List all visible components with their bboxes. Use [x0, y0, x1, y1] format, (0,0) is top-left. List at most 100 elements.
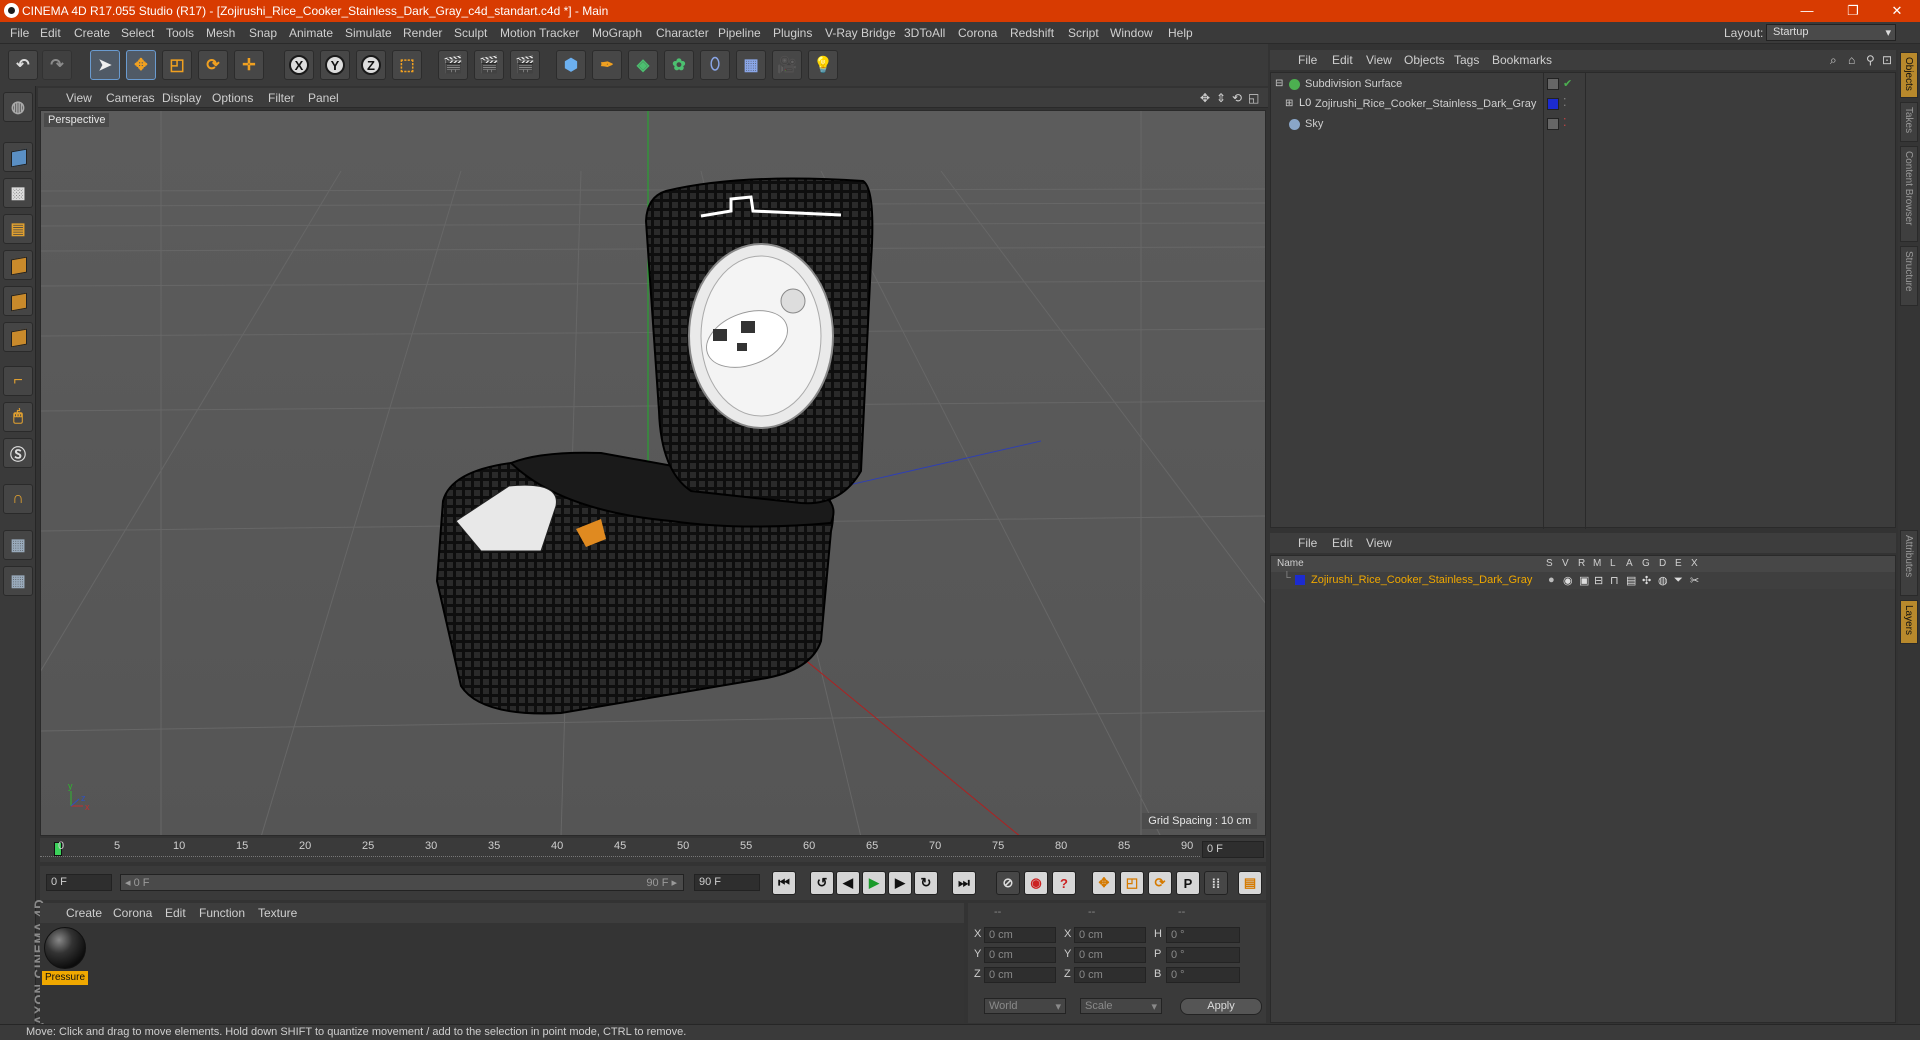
menu-redshift[interactable]: Redshift [1010, 26, 1054, 40]
next-frame-button[interactable]: ▶ [888, 871, 912, 895]
layer-color-swatch[interactable] [1547, 98, 1559, 110]
viewport-menu-cameras[interactable]: Cameras [106, 91, 155, 105]
size-y-field[interactable]: 0 cm [1074, 947, 1146, 963]
menu-pipeline[interactable]: Pipeline [718, 26, 761, 40]
add-camera-button[interactable]: 🎥 [772, 50, 802, 80]
frame-range-slider[interactable]: ◂ 0 F 90 F ▸ [120, 874, 684, 891]
tweak-mode-button[interactable]: 🖱 [3, 402, 33, 432]
play-button[interactable]: ▶ [862, 871, 886, 895]
previous-frame-button[interactable]: ◀ [836, 871, 860, 895]
size-x-field[interactable]: 0 cm [1074, 927, 1146, 943]
home-icon[interactable]: ⌂ [1848, 53, 1855, 67]
model-mode-button[interactable] [3, 142, 33, 172]
timeline-window-button[interactable]: ▤ [1238, 871, 1262, 895]
add-spline-button[interactable]: ✒ [592, 50, 622, 80]
tab-layers[interactable]: Layers [1900, 600, 1918, 644]
add-mograph-button[interactable]: ✿ [664, 50, 694, 80]
render-view-button[interactable]: 🎬 [438, 50, 468, 80]
object-menu-tags[interactable]: Tags [1454, 53, 1479, 67]
render-picture-viewer-button[interactable]: 🎬 [474, 50, 504, 80]
collapse-icon[interactable]: ⊟ [1275, 78, 1283, 89]
rotation-h-field[interactable]: 0 ° [1166, 927, 1240, 943]
position-x-field[interactable]: 0 cm [984, 927, 1056, 943]
viewport-orbit-icon[interactable]: ⟲ [1232, 91, 1242, 105]
rotation-b-field[interactable]: 0 ° [1166, 967, 1240, 983]
layer-row[interactable]: └ Zojirushi_Rice_Cooker_Stainless_Dark_G… [1271, 572, 1895, 589]
viewport-menu-display[interactable]: Display [162, 91, 201, 105]
menu-sculpt[interactable]: Sculpt [454, 26, 487, 40]
apply-button[interactable]: Apply [1180, 998, 1262, 1015]
object-menu-view[interactable]: View [1366, 53, 1392, 67]
viewport-menu-options[interactable]: Options [212, 91, 253, 105]
view-toggle-icon[interactable]: ◉ [1563, 574, 1573, 587]
go-to-end-button[interactable]: ⏭ [952, 871, 976, 895]
viewport-maximize-icon[interactable]: ◱ [1248, 91, 1259, 105]
visibility-dots-icon[interactable]: ⁚ [1563, 116, 1567, 129]
tab-objects[interactable]: Objects [1900, 52, 1918, 98]
menu-3dtoall[interactable]: 3DToAll [904, 26, 945, 40]
key-position-button[interactable]: ✥ [1092, 871, 1116, 895]
material-menu-corona[interactable]: Corona [113, 906, 152, 920]
menu-tools[interactable]: Tools [166, 26, 194, 40]
go-to-start-button[interactable]: ⏮ [772, 871, 796, 895]
minimize-button[interactable]: — [1784, 0, 1830, 22]
enable-axis-button[interactable]: ⌐ [3, 366, 33, 396]
x-axis-button[interactable]: X [284, 50, 314, 80]
layer-column-deformers[interactable]: D [1659, 558, 1666, 569]
layer-column-expressions[interactable]: E [1675, 558, 1682, 569]
end-frame-field[interactable]: 90 F [694, 874, 760, 891]
viewport-menu-panel[interactable]: Panel [308, 91, 339, 105]
close-button[interactable]: ✕ [1874, 0, 1920, 22]
menu-motion-tracker[interactable]: Motion Tracker [500, 26, 579, 40]
object-menu-edit[interactable]: Edit [1332, 53, 1353, 67]
viewport-zoom-icon[interactable]: ⇕ [1216, 91, 1226, 105]
undo-button[interactable]: ↶ [8, 50, 38, 80]
tab-takes[interactable]: Takes [1900, 102, 1918, 142]
viewport-camera-label[interactable]: Perspective [44, 113, 110, 127]
visibility-toggle[interactable] [1547, 118, 1559, 130]
y-axis-button[interactable]: Y [320, 50, 350, 80]
object-row-subdivision-surface[interactable]: ⊟ Subdivision Surface ✔ [1271, 75, 1895, 94]
redo-button[interactable]: ↷ [42, 50, 72, 80]
planar-workplane-button[interactable]: ▦ [3, 566, 33, 596]
layer-column-render[interactable]: R [1578, 558, 1585, 569]
layer-column-solo[interactable]: S [1546, 558, 1553, 569]
menu-window[interactable]: Window [1110, 26, 1153, 40]
snapping-button[interactable]: Ⓢ [3, 438, 33, 468]
layer-column-view[interactable]: V [1562, 558, 1569, 569]
animation-toggle-icon[interactable]: ▤ [1626, 574, 1636, 587]
record-keys-button[interactable]: ⊘ [996, 871, 1020, 895]
recent-tool-button[interactable]: ✛ [234, 50, 264, 80]
make-editable-button[interactable]: ◍ [3, 92, 33, 122]
keyframe-selection-button[interactable]: ? [1052, 871, 1076, 895]
material-menu-edit[interactable]: Edit [165, 906, 186, 920]
autokeying-button[interactable]: ◉ [1024, 871, 1048, 895]
material-swatch[interactable]: Pressure [40, 923, 92, 989]
add-cube-button[interactable]: ⬢ [556, 50, 586, 80]
menu-select[interactable]: Select [121, 26, 154, 40]
render-settings-button[interactable]: 🎬 [510, 50, 540, 80]
start-frame-field[interactable]: 0 F [46, 874, 112, 891]
object-row-sky[interactable]: Sky ⁚ [1271, 115, 1895, 134]
lock-workplane-button[interactable]: ▦ [3, 530, 33, 560]
rotation-p-field[interactable]: 0 ° [1166, 947, 1240, 963]
add-light-button[interactable]: 💡 [808, 50, 838, 80]
visibility-dots-icon[interactable]: ⁚ [1563, 96, 1567, 109]
move-tool-button[interactable]: ✥ [126, 50, 156, 80]
position-z-field[interactable]: 0 cm [984, 967, 1056, 983]
deformer-toggle-icon[interactable]: ◍ [1658, 574, 1668, 587]
restore-button[interactable]: ❐ [1830, 0, 1876, 22]
search-icon[interactable]: ⌕ [1830, 53, 1837, 68]
points-mode-button[interactable] [3, 250, 33, 280]
live-selection-button[interactable]: ➤ [90, 50, 120, 80]
expression-toggle-icon[interactable]: ⏷ [1674, 574, 1683, 587]
size-z-field[interactable]: 0 cm [1074, 967, 1146, 983]
layer-column-generators[interactable]: G [1642, 558, 1650, 569]
add-floor-button[interactable]: ▦ [736, 50, 766, 80]
key-scale-button[interactable]: ◰ [1120, 871, 1144, 895]
tab-structure[interactable]: Structure [1900, 246, 1918, 306]
filter-icon[interactable]: ⚲ [1866, 53, 1875, 67]
layer-column-animation[interactable]: A [1626, 558, 1633, 569]
visibility-toggle[interactable] [1547, 78, 1559, 90]
menu-mesh[interactable]: Mesh [206, 26, 235, 40]
